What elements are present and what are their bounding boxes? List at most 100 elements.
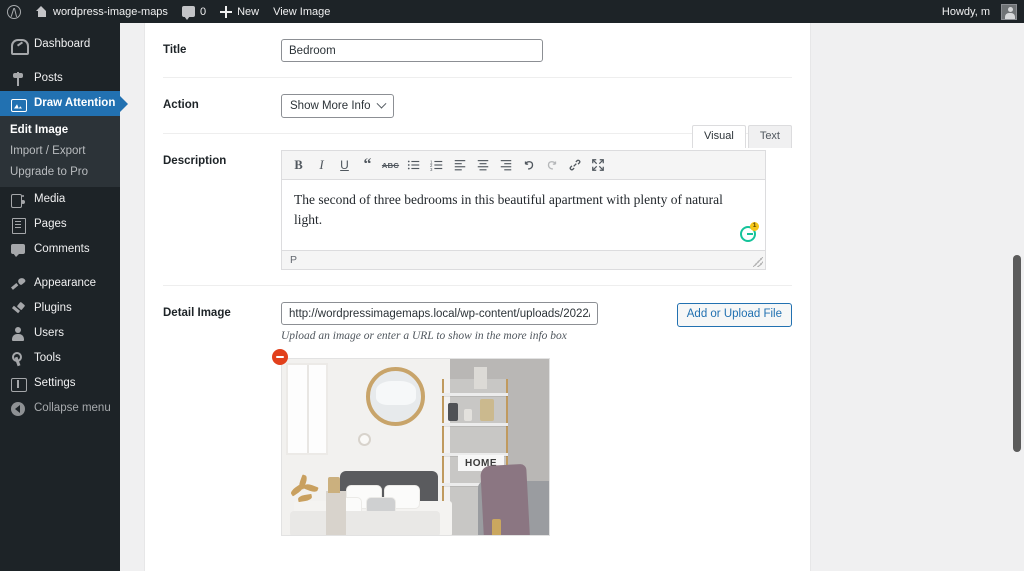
site-name-menu[interactable]: wordpress-image-maps: [28, 0, 175, 23]
numbered-list-icon[interactable]: 1 2 3: [425, 154, 448, 177]
submenu-item-upgrade-to-pro[interactable]: Upgrade to Pro: [0, 161, 120, 182]
undo-icon[interactable]: [517, 154, 540, 177]
thumb-table-lamp: [328, 477, 340, 493]
submenu-item-import-export[interactable]: Import / Export: [0, 140, 120, 161]
thumb-shelf-object: [448, 403, 458, 421]
detail-image-label: Detail Image: [163, 302, 281, 319]
scrollbar-thumb[interactable]: [1013, 255, 1021, 452]
action-field-wrap: Show More Info: [281, 94, 792, 118]
sidebar-item-label: Appearance: [34, 278, 96, 290]
pages-icon: [10, 217, 26, 233]
sidebar-item-plugins[interactable]: Plugins: [0, 296, 120, 321]
menu-separator: [0, 262, 120, 271]
sidebar-item-label: Pages: [34, 219, 67, 231]
collapse-menu-button[interactable]: Collapse menu: [0, 396, 120, 421]
comment-count: 0: [200, 6, 206, 18]
description-text: The second of three bedrooms in this bea…: [294, 190, 753, 231]
admin-bar: wordpress-image-maps 0 New View Image Ho…: [0, 0, 1024, 23]
title-input[interactable]: [281, 39, 543, 62]
align-center-icon[interactable]: [471, 154, 494, 177]
sidebar-item-draw-attention[interactable]: Draw Attention: [0, 91, 120, 116]
page-scrollbar[interactable]: [1010, 23, 1024, 571]
comment-bubble-icon: [182, 6, 195, 17]
insert-link-icon[interactable]: [563, 154, 586, 177]
description-row: Description Visual Text B I U “: [163, 134, 792, 286]
thumb-nightstand: [326, 491, 346, 536]
detail-image-field-wrap: Add or Upload File Upload an image or en…: [281, 302, 792, 536]
sidebar-item-label: Collapse menu: [34, 403, 111, 415]
detail-image-thumbnail-wrap: HOME: [281, 358, 550, 536]
title-row: Title: [163, 23, 792, 78]
sidebar-item-posts[interactable]: Posts: [0, 66, 120, 91]
detail-image-row: Detail Image Add or Upload File Upload a…: [163, 286, 792, 551]
avatar: [1001, 4, 1017, 20]
detail-image-url-input[interactable]: [281, 302, 598, 325]
sidebar-item-settings[interactable]: Settings: [0, 371, 120, 396]
admin-content-area: Title Action Show More Info Description: [120, 23, 1024, 571]
media-icon: [10, 192, 26, 208]
sidebar-item-pages[interactable]: Pages: [0, 212, 120, 237]
draw-attention-icon: [10, 96, 26, 112]
bold-icon[interactable]: B: [287, 154, 310, 177]
bulleted-list-icon[interactable]: [402, 154, 425, 177]
sidebar-item-label: Users: [34, 328, 64, 340]
remove-image-button[interactable]: [272, 349, 288, 365]
wp-logo-menu[interactable]: [0, 0, 28, 23]
action-label: Action: [163, 94, 281, 111]
grammarly-icon[interactable]: 1: [740, 226, 756, 242]
grammarly-badge-count: 1: [750, 222, 759, 231]
thumb-dried-plant: [290, 477, 324, 511]
detail-image-thumbnail[interactable]: HOME: [281, 358, 550, 536]
plugins-icon: [10, 301, 26, 317]
thumb-shelf-object: [464, 409, 472, 421]
draw-attention-submenu: Edit Image Import / Export Upgrade to Pr…: [0, 116, 120, 187]
add-or-upload-file-button[interactable]: Add or Upload File: [677, 303, 792, 327]
thumb-shelf: [442, 423, 508, 426]
editor-resize-handle[interactable]: [753, 257, 763, 267]
edit-image-panel: Title Action Show More Info Description: [145, 23, 810, 571]
italic-icon[interactable]: I: [310, 154, 333, 177]
sidebar-item-label: Dashboard: [34, 39, 90, 51]
thumb-window: [286, 363, 328, 455]
new-label: New: [237, 6, 259, 18]
underline-icon[interactable]: U: [333, 154, 356, 177]
align-left-icon[interactable]: [448, 154, 471, 177]
submenu-item-edit-image[interactable]: Edit Image: [0, 119, 120, 140]
action-selected-value: Show More Info: [290, 100, 371, 112]
redo-icon[interactable]: [540, 154, 563, 177]
sidebar-item-dashboard[interactable]: Dashboard: [0, 32, 120, 57]
thumb-throw-blanket: [480, 464, 530, 536]
blockquote-icon[interactable]: “: [356, 154, 379, 177]
new-content-menu[interactable]: New: [213, 0, 266, 23]
site-name-label: wordpress-image-maps: [53, 6, 168, 18]
align-right-icon[interactable]: [494, 154, 517, 177]
chevron-down-icon: [376, 98, 386, 108]
tools-wrench-icon: [10, 351, 26, 367]
sidebar-item-label: Settings: [34, 378, 76, 390]
howdy-label: Howdy, m: [942, 6, 990, 18]
sidebar-item-media[interactable]: Media: [0, 187, 120, 212]
thumb-round-mirror: [366, 367, 425, 426]
sidebar-item-label: Comments: [34, 244, 90, 256]
submenu-item-label: Import / Export: [10, 145, 85, 157]
editor-content-area[interactable]: The second of three bedrooms in this bea…: [282, 180, 765, 250]
submenu-item-label: Upgrade to Pro: [10, 166, 88, 178]
thumb-shelf-object: [480, 399, 494, 421]
fullscreen-icon[interactable]: [586, 154, 609, 177]
my-account-menu[interactable]: Howdy, m: [935, 0, 1024, 23]
sidebar-item-appearance[interactable]: Appearance: [0, 271, 120, 296]
strikethrough-icon[interactable]: ABC: [379, 154, 402, 177]
sidebar-item-tools[interactable]: Tools: [0, 346, 120, 371]
view-image-link[interactable]: View Image: [266, 0, 337, 23]
sidebar-item-comments[interactable]: Comments: [0, 237, 120, 262]
editor-element-path: P: [290, 254, 297, 266]
dashboard-icon: [10, 37, 26, 53]
thumb-vase: [474, 367, 487, 389]
action-select[interactable]: Show More Info: [281, 94, 394, 118]
sidebar-item-users[interactable]: Users: [0, 321, 120, 346]
tab-text[interactable]: Text: [748, 125, 792, 148]
tab-visual[interactable]: Visual: [692, 125, 746, 148]
comments-bubble[interactable]: 0: [175, 0, 213, 23]
settings-icon: [10, 376, 26, 392]
menu-separator: [0, 57, 120, 66]
